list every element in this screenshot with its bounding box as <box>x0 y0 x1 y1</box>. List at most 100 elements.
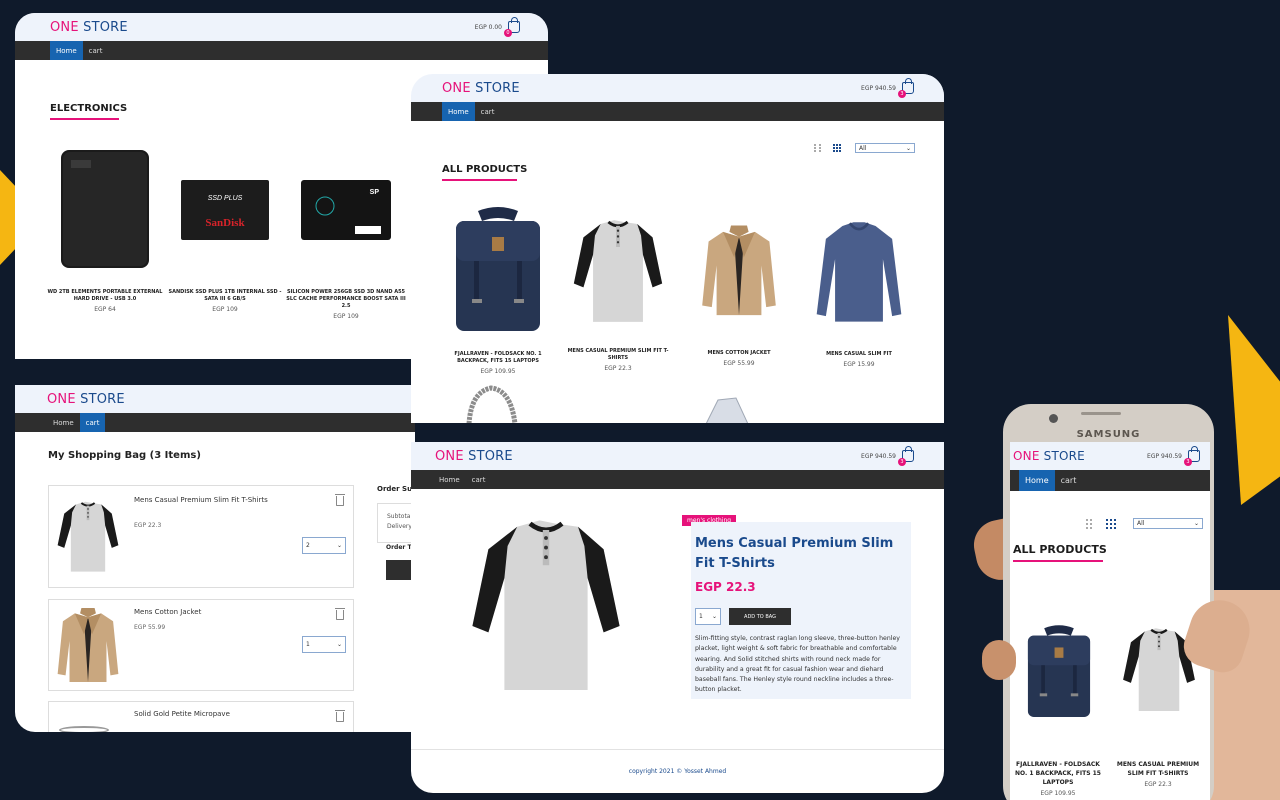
trash-icon[interactable] <box>335 710 345 722</box>
nav-cart[interactable]: cart <box>1055 470 1083 491</box>
nav-bar: Home cart <box>1010 470 1210 491</box>
phone-screen: ONE STORE EGP 940.59 3 Home cart All ⌄ ALL… <box>1010 442 1210 800</box>
bracelet-image <box>466 385 518 423</box>
cart-item-name: Mens Cotton Jacket <box>134 608 202 616</box>
shopping-bag-icon[interactable]: 3 <box>898 78 914 98</box>
phone-camera <box>1049 414 1058 423</box>
phone-speaker <box>1081 412 1121 415</box>
header: ONE STORE EGP 0.00 0 <box>15 13 548 41</box>
svg-text:SP: SP <box>370 189 380 196</box>
product-title: Mens Casual Premium Slim Fit T-Shirts <box>695 536 894 571</box>
product-price: EGP 109 <box>333 313 359 320</box>
nav-bar: Home cart <box>411 470 944 489</box>
tshirt-image <box>572 218 664 324</box>
cart-balance[interactable]: EGP 940.59 3 <box>861 446 914 466</box>
category-filter-select[interactable]: All ⌄ <box>1133 518 1203 529</box>
nav-cart[interactable]: cart <box>83 41 109 60</box>
detail-panel: Mens Casual Premium Slim Fit T-Shirts EG… <box>691 522 911 699</box>
footer-divider <box>411 749 944 750</box>
product-name: FJALLRAVEN - FOLDSACK NO. 1 BACKPACK, FI… <box>1015 761 1101 786</box>
order-summary-title: Order Su <box>377 485 413 493</box>
trash-icon[interactable] <box>335 494 345 506</box>
grid-large-icon[interactable] <box>833 144 841 152</box>
sandisk-ssd-image: SSD PLUS SanDisk <box>181 180 269 240</box>
product-card[interactable]: FJALLRAVEN - FOLDSACK NO. 1 BACKPACK, FI… <box>1010 614 1106 797</box>
nav-cart[interactable]: cart <box>466 470 492 489</box>
ring-image <box>705 397 749 423</box>
nav-home[interactable]: Home <box>442 102 475 121</box>
nav-home[interactable]: Home <box>433 470 466 489</box>
product-card[interactable]: SSD PLUS SanDisk SANDISK SSD PLUS 1TB IN… <box>165 148 285 313</box>
order-total-label: Order T <box>386 544 412 551</box>
product-detail-screen: ONE STORE EGP 940.59 3 Home cart men's cl… <box>411 442 944 793</box>
nav-home[interactable]: Home <box>1019 470 1055 491</box>
logo[interactable]: ONE STORE <box>1013 449 1085 463</box>
logo[interactable]: ONE STORE <box>442 81 520 96</box>
header: ONE STORE EGP 940.59 3 <box>411 442 944 470</box>
qty-select[interactable]: 2 ⌄ <box>302 537 346 554</box>
cart-balance[interactable]: EGP 940.59 3 <box>1147 446 1200 466</box>
product-name: MENS CASUAL SLIM FIT <box>826 351 892 357</box>
product-price: EGP 22.3 <box>604 365 632 372</box>
product-card[interactable]: WD 2TB ELEMENTS PORTABLE EXTERNAL HARD D… <box>45 148 165 313</box>
nav-cart[interactable]: cart <box>79 413 106 432</box>
blue-shirt-image <box>815 220 903 324</box>
section-title: ELECTRONICS <box>50 103 128 114</box>
qty-select[interactable]: 1 ⌄ <box>695 608 721 625</box>
product-price: EGP 109 <box>212 306 238 313</box>
product-name: MENS CASUAL PREMIUM SLIM FIT T-SHIRTS <box>567 348 669 361</box>
jacket-image <box>702 225 776 316</box>
backpack-image <box>456 207 540 331</box>
right-yellow-accent <box>1228 315 1280 505</box>
backpack-image <box>1027 625 1091 718</box>
product-price: EGP 15.99 <box>843 361 875 368</box>
header: ONE STORE EGP 940.59 3 <box>411 74 944 102</box>
bag-title: My Shopping Bag (3 Items) <box>48 450 201 461</box>
nav-bar: Home cart <box>411 102 944 121</box>
title-underline <box>442 179 517 181</box>
product-card[interactable]: MENS CASUAL PREMIUM SLIM FIT T-SHIRTS EG… <box>558 209 678 372</box>
product-card[interactable]: MENS COTTON JACKET EGP 55.99 <box>679 219 799 367</box>
all-products-screen: ONE STORE EGP 940.59 3 Home cart All ⌄ ALL… <box>411 74 944 423</box>
product-name: WD 2TB ELEMENTS PORTABLE EXTERNAL HARD D… <box>47 289 163 302</box>
ring-image <box>59 726 109 732</box>
product-card[interactable]: MENS CASUAL SLIM FIT EGP 15.99 <box>799 214 919 368</box>
product-name: SILICON POWER 256GB SSD 3D NAND A55 SLC … <box>286 289 406 309</box>
nav-cart[interactable]: cart <box>475 102 501 121</box>
add-to-bag-button[interactable]: ADD TO BAG <box>729 608 791 625</box>
qty-select[interactable]: 1 ⌄ <box>302 636 346 653</box>
trash-icon[interactable] <box>335 608 345 620</box>
shopping-bag-icon[interactable]: 3 <box>1184 446 1200 466</box>
section-header: ELECTRONICS <box>50 103 127 120</box>
category-filter-select[interactable]: All ⌄ <box>855 143 915 153</box>
product-price: EGP 22.3 <box>1144 781 1172 788</box>
logo[interactable]: ONE STORE <box>47 392 125 407</box>
grid-large-icon[interactable] <box>1106 519 1116 529</box>
grid-small-icon[interactable] <box>814 144 822 152</box>
cart-balance[interactable]: EGP 0.00 0 <box>475 17 520 37</box>
product-price: EGP 22.3 <box>695 580 756 594</box>
product-name: FJALLRAVEN - FOLDSACK NO. 1 BACKPACK, FI… <box>454 351 542 364</box>
chevron-down-icon: ⌄ <box>1193 520 1199 527</box>
product-price: EGP 109.95 <box>1040 790 1076 797</box>
grid-small-icon[interactable] <box>1086 519 1092 529</box>
cart-balance[interactable]: EGP 940.59 3 <box>861 78 914 98</box>
nav-home[interactable]: Home <box>47 413 80 432</box>
section-header: ALL PRODUCTS <box>442 164 527 181</box>
logo[interactable]: ONE STORE <box>50 20 128 35</box>
product-card[interactable]: SP SILICON POWER 256GB SSD 3D NAND A55 S… <box>285 148 407 320</box>
shopping-bag-icon[interactable]: 0 <box>504 17 520 37</box>
logo[interactable]: ONE STORE <box>435 449 513 464</box>
cart-item-price: EGP 55.99 <box>134 624 166 631</box>
product-price: EGP 109.95 <box>480 368 516 375</box>
nav-bar: Home cart <box>15 41 548 60</box>
product-image <box>466 506 626 706</box>
product-card[interactable]: FJALLRAVEN - FOLDSACK NO. 1 BACKPACK, FI… <box>438 204 558 375</box>
product-name: SANDISK SSD PLUS 1TB INTERNAL SSD - SATA… <box>168 289 282 302</box>
chevron-down-icon: ⌄ <box>711 613 717 620</box>
section-header: ALL PRODUCTS <box>1013 543 1107 562</box>
title-underline <box>1013 560 1103 562</box>
product-price: EGP 55.99 <box>723 360 755 367</box>
shopping-bag-icon[interactable]: 3 <box>898 446 914 466</box>
nav-home[interactable]: Home <box>50 41 83 60</box>
